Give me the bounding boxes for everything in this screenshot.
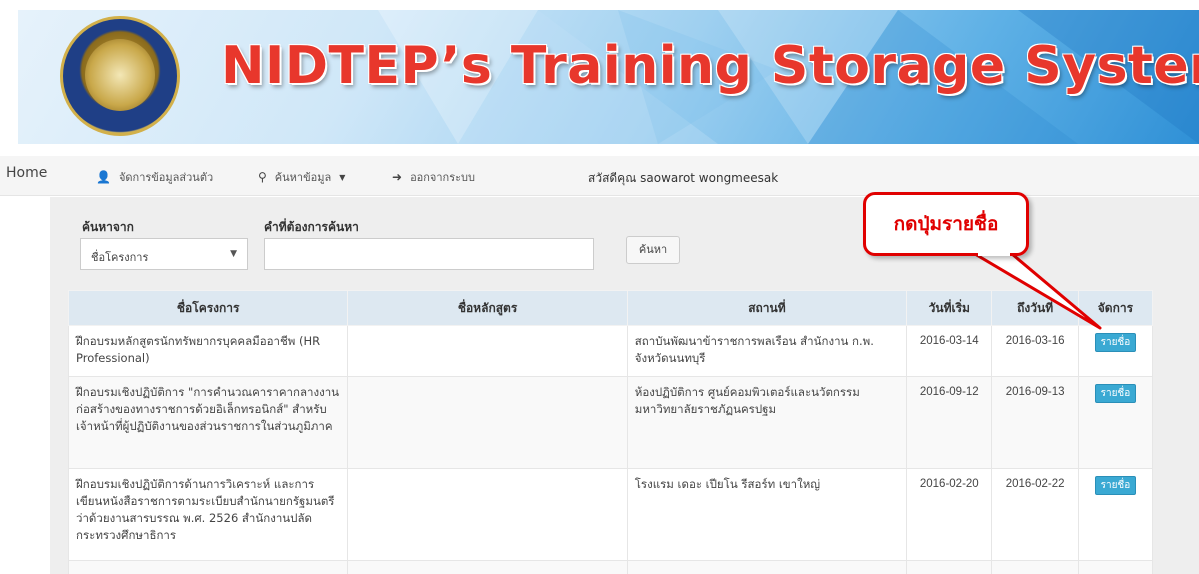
chevron-down-icon: ▼: [230, 249, 237, 259]
col-header-course: ชื่อหลักสูตร: [347, 290, 628, 326]
cell-place: ห้องปฏิบัติการ ศูนย์คอมพิวเตอร์และนวัตกร…: [626, 376, 908, 469]
caret-down-icon: ▼: [339, 172, 346, 182]
col-header-project: ชื่อโครงการ: [67, 290, 349, 326]
header-banner: NIDTEP’s Training Storage System: [18, 10, 1199, 144]
cell-project: ฝึกอบรมเชิงปฏิบัติการ "การคำนวณคาราคากลา…: [67, 376, 349, 469]
search-keyword-label: คำที่ต้องการค้นหา: [264, 220, 359, 234]
site-title: NIDTEP’s Training Storage System: [221, 36, 1199, 96]
col-header-end: ถึงวันที่: [991, 290, 1079, 326]
cell-action: รายชื่อ: [1077, 376, 1154, 469]
instruction-callout: กดปุ่มรายชื่อ: [863, 192, 1029, 256]
nav-profile-label: จัดการข้อมูลส่วนตัว: [118, 171, 214, 184]
nav-profile[interactable]: 👤 จัดการข้อมูลส่วนตัว: [96, 168, 213, 186]
search-input[interactable]: [264, 238, 594, 270]
cell-course: [347, 468, 628, 561]
cell-start-date: 2016-02-20: [906, 468, 993, 561]
top-navbar: Home 👤 จัดการข้อมูลส่วนตัว ⚲ ค้นหาข้อมูล…: [0, 156, 1199, 196]
col-header-action: จัดการ: [1077, 290, 1154, 326]
col-header-place: สถานที่: [626, 290, 908, 326]
attendee-list-button[interactable]: รายชื่อ: [1094, 476, 1137, 495]
col-header-start: วันที่เริ่ม: [906, 290, 993, 326]
cell-start-date: 2016-09-12: [906, 376, 993, 469]
cell-action: รายชื่อ: [1077, 468, 1154, 561]
cell-end-date: 2016-03-16: [991, 325, 1079, 377]
cell-start-date: 2016-03-14: [906, 325, 993, 377]
table-row: ฝึกอบรมเชิงปฏิบัติการ "การคำนวณคาราคากลา…: [67, 376, 1154, 469]
attendee-list-button[interactable]: รายชื่อ: [1094, 384, 1137, 403]
training-table: ชื่อโครงการ ชื่อหลักสูตร สถานที่ วันที่เ…: [67, 290, 1154, 574]
cell-action: รายชื่อ: [1077, 325, 1154, 377]
nav-home[interactable]: Home: [6, 165, 47, 181]
table-row: [67, 560, 1154, 574]
user-greeting: สวัสดีคุณ saowarot wongmeesak: [588, 171, 779, 185]
nav-logout-label: ออกจากระบบ: [410, 171, 475, 184]
cell-place: สถาบันพัฒนาข้าราชการพลเรือน สำนักงาน ก.พ…: [626, 325, 908, 377]
nav-search-label: ค้นหาข้อมูล: [274, 171, 332, 184]
cell-place: โรงแรม เดอะ เปียโน รีสอร์ท เขาใหญ่: [626, 468, 908, 561]
search-icon: ⚲: [258, 170, 267, 184]
search-button[interactable]: ค้นหา: [626, 236, 680, 264]
cell-project: ฝึกอบรมเชิงปฏิบัติการด้านการวิเคราะห์ แล…: [67, 468, 349, 561]
cell-course: [347, 325, 628, 377]
logout-icon: ➜: [392, 170, 403, 184]
cell-project: ฝึกอบรมหลักสูตรนักทรัพยากรบุคคลมืออาชีพ …: [67, 325, 349, 377]
attendee-list-button[interactable]: รายชื่อ: [1094, 333, 1137, 352]
table-row: ฝึกอบรมหลักสูตรนักทรัพยากรบุคคลมืออาชีพ …: [67, 325, 1154, 377]
table-row: ฝึกอบรมเชิงปฏิบัติการด้านการวิเคราะห์ แล…: [67, 468, 1154, 561]
cell-end-date: 2016-02-22: [991, 468, 1079, 561]
cell-course: [347, 376, 628, 469]
search-from-label: ค้นหาจาก: [82, 220, 134, 234]
search-field-selected: ชื่อโครงการ: [91, 251, 149, 264]
nav-logout[interactable]: ➜ ออกจากระบบ: [392, 168, 475, 186]
cell-end-date: 2016-09-13: [991, 376, 1079, 469]
user-icon: 👤: [96, 170, 111, 184]
search-field-select[interactable]: ชื่อโครงการ ▼: [80, 238, 248, 270]
organization-seal-logo: [60, 16, 180, 136]
nav-search-dropdown[interactable]: ⚲ ค้นหาข้อมูล ▼: [258, 168, 345, 186]
